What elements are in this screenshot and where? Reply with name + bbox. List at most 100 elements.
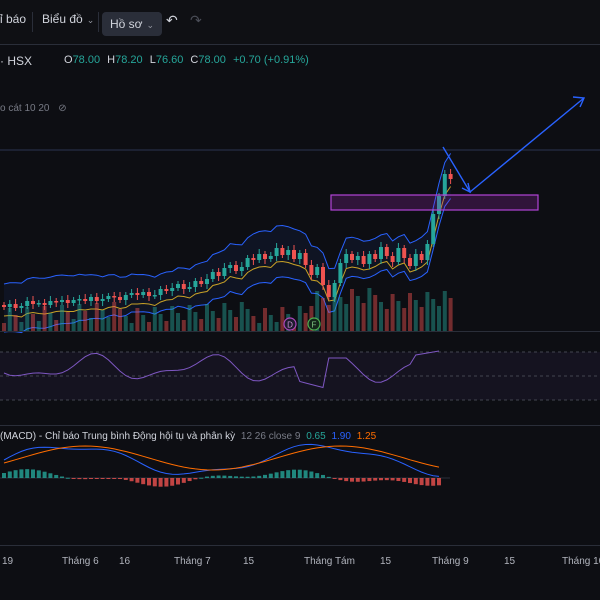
volume-bar [216,318,221,331]
candle-body [361,256,366,264]
volume-bar [36,321,41,331]
candle-body [222,268,227,276]
volume-bar [321,298,325,331]
candle-body [7,304,12,307]
candle-body [48,301,53,305]
volume-bar [89,318,93,331]
volume-bar [65,312,70,331]
volume-bar [13,315,18,331]
macd-histogram-bar [199,477,204,479]
macd-histogram-bar [419,478,424,486]
macd-histogram-bar [112,478,117,479]
macd-histogram-bar [2,473,6,478]
macd-histogram-bar [31,469,35,478]
macd-histogram-bar [158,478,163,487]
volume-bar [199,319,204,331]
candle-body [431,214,436,244]
candle-body [199,281,204,284]
candle-body [309,265,314,275]
macd-histogram-bar [147,478,151,486]
candle-body [118,297,122,300]
macd-histogram-bar [280,471,285,478]
macd-histogram-bar [7,471,12,478]
volume-bar [193,312,198,331]
candle-body [263,254,267,259]
pane-divider[interactable] [0,331,600,332]
macd-histogram-bar [326,476,331,478]
macd-histogram-bar [245,476,250,478]
volume-bar [442,291,447,331]
volume-bar [274,322,279,331]
volume-bar [141,315,146,331]
volume-bar [413,300,418,331]
candle-body [274,248,279,256]
macd-histogram-bar [274,472,279,478]
candle-body [234,265,238,271]
macd-signal-line [3,445,440,471]
candle-body [321,267,325,285]
candle-body [292,250,296,259]
macd-legend: (MACD) - Chỉ báo Trung bình Động hội tụ … [0,431,376,442]
support-zone-rectangle [330,194,539,211]
candle-body [379,247,383,259]
volume-bar [83,311,88,331]
candle-body [402,248,407,258]
volume-bar [112,302,117,331]
candle-body [31,301,35,304]
chart-canvas[interactable]: DF [0,0,600,600]
candle-body [367,254,372,264]
candle-body [141,292,146,295]
candle-body [147,292,151,296]
macd-histogram-bar [77,478,82,480]
candle-body [123,295,128,300]
time-axis-divider [0,545,600,546]
candle-body [350,254,354,260]
macd-histogram-bar [408,478,412,484]
volume-bar [239,302,244,331]
macd-histogram-bar [321,474,325,478]
macd-histogram-bar [187,478,192,482]
volume-bar [54,320,59,331]
volume-bar [373,295,378,331]
macd-histogram-bar [344,478,349,482]
macd-histogram-bar [239,476,244,478]
macd-histogram-bar [402,478,407,482]
bollinger-band-fill [4,153,451,333]
macd-histogram-bar [390,478,395,481]
macd-histogram-bar [25,469,30,478]
candle-body [373,254,378,259]
volume-bar [297,306,302,331]
candle-body [65,300,70,303]
macd-histogram-bar [141,478,146,485]
volume-bar [222,303,227,331]
volume-bar [210,311,215,331]
x-axis-label: Tháng Tám [304,556,355,567]
volume-bar [361,303,366,331]
x-axis-label: Tháng 7 [174,556,211,567]
candle-body [187,287,192,289]
macd-histogram-bar [152,478,157,487]
macd-histogram-bar [292,469,296,478]
macd-histogram-bar [170,478,175,486]
macd-histogram-bar [361,478,366,482]
volume-bar [31,314,35,331]
pane-divider[interactable] [0,425,600,426]
macd-histogram-bar [181,478,186,483]
candle-body [413,254,418,266]
volume-bar [350,289,354,331]
x-axis-label: 15 [504,556,516,567]
candle-body [42,303,47,305]
candle-body [181,284,186,289]
candle-body [442,174,447,196]
candle-body [216,272,221,276]
candle-body [390,256,395,262]
volume-bar [60,305,64,331]
macd-histogram-bar [48,473,53,478]
candle-body [408,258,412,266]
candle-body [94,297,99,301]
macd-histogram-bar [251,476,256,478]
volume-bar [419,307,424,331]
volume-bar [448,298,453,331]
macd-histogram-bar [54,474,59,478]
earnings-marker-label: F [312,321,317,330]
